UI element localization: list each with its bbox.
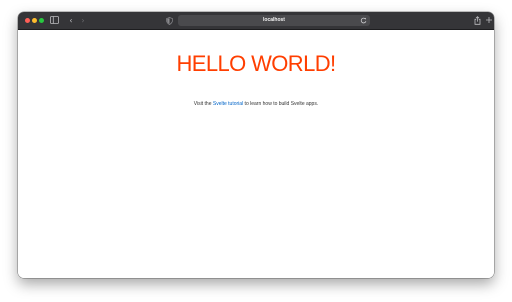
address-text: localhost [263,17,285,23]
chevron-right-icon[interactable]: › [79,16,87,26]
reload-icon[interactable] [360,17,367,24]
plus-icon[interactable] [485,16,493,26]
minimize-window-button[interactable] [32,18,37,23]
chevron-left-icon[interactable]: ‹ [67,16,75,26]
address-bar[interactable]: localhost [178,15,370,26]
sidebar-icon[interactable] [50,16,59,26]
intro-text: Visit the Svelte tutorial to learn how t… [18,101,494,108]
shield-icon[interactable] [166,17,174,27]
browser-toolbar: ‹ › localhost [18,12,494,30]
close-window-button[interactable] [25,18,30,23]
svelte-tutorial-link[interactable]: Svelte tutorial [213,101,243,107]
intro-text-after: to learn how to build Svelte apps. [243,101,319,107]
zoom-window-button[interactable] [39,18,44,23]
browser-window: ‹ › localhost HELLO WORLD! Visit the Sve… [18,12,494,278]
page-title: HELLO WORLD! [176,51,336,76]
intro-text-before: Visit the [193,101,213,107]
page-content: HELLO WORLD! Visit the Svelte tutorial t… [18,30,494,278]
share-icon[interactable] [474,16,482,26]
